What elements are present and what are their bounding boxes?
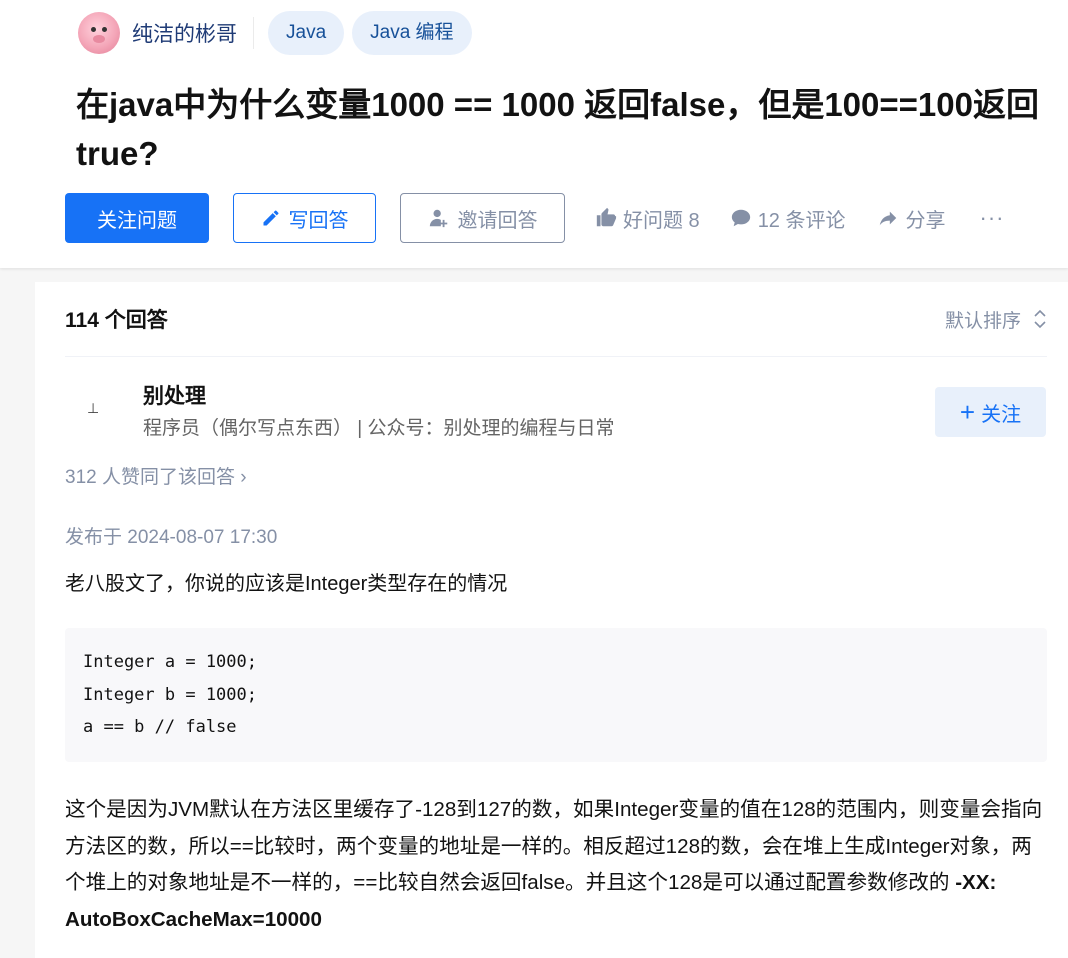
write-answer-button[interactable]: 写回答: [233, 193, 376, 243]
answers-count: 114 个回答: [65, 309, 168, 332]
question-author-name[interactable]: 纯洁的彬哥: [132, 18, 237, 48]
thumbs-up-icon: [595, 207, 617, 229]
explanation-text: 这个是因为JVM默认在方法区里缓存了-128到127的数，如果Integer变量…: [65, 798, 1043, 894]
question-actions: 关注问题 写回答 邀请回答 好问题 8 12 条评论 分享 ···: [65, 193, 1004, 243]
question-header: 纯洁的彬哥 Java Java 编程 在java中为什么变量1000 == 10…: [0, 0, 1068, 268]
share-label: 分享: [905, 209, 946, 232]
more-options-button[interactable]: ···: [980, 205, 1005, 231]
sort-dropdown[interactable]: 默认排序: [945, 306, 1047, 333]
good-question-button[interactable]: 好问题 8: [595, 204, 700, 233]
published-time[interactable]: 发布于 2024-08-07 17:30: [65, 522, 277, 549]
vote-count-link[interactable]: 312 人赞同了该回答 ›: [65, 462, 247, 489]
avatar-nose: [93, 35, 105, 43]
answers-header: 114 个回答 默认排序: [65, 282, 1047, 357]
code-line: Integer a = 1000;: [83, 652, 257, 672]
plus-icon: +: [959, 397, 976, 427]
avatar-eye: [91, 27, 96, 32]
pencil-icon: [261, 208, 281, 228]
sort-label: 默认排序: [944, 310, 1021, 332]
answers-card: 114 个回答 默认排序 ⊥ 别处理 程序员（偶尔写点东西） | 公众号：别处理…: [35, 282, 1068, 958]
invite-user-icon: [428, 207, 450, 229]
share-arrow-icon: [876, 207, 900, 229]
follow-question-button[interactable]: 关注问题: [65, 193, 209, 243]
answer-intro: 老八股文了，你说的应该是Integer类型存在的情况: [65, 573, 508, 595]
divider: [253, 17, 254, 49]
topic-tag-java[interactable]: Java: [268, 11, 345, 55]
follow-author-label: 关注: [981, 403, 1022, 426]
write-answer-label: 写回答: [288, 209, 349, 232]
good-question-label: 好问题 8: [623, 209, 700, 232]
author-avatar[interactable]: [78, 12, 120, 54]
follow-author-button[interactable]: + 关注: [935, 387, 1046, 437]
answer-author-bio: 程序员（偶尔写点东西） | 公众号：别处理的编程与日常: [143, 418, 615, 439]
answer-author-name[interactable]: 别处理: [143, 380, 206, 410]
code-line: a == b // false: [83, 717, 237, 737]
comments-button[interactable]: 12 条评论: [730, 204, 846, 233]
sort-toggle-icon: [1033, 309, 1047, 329]
avatar-eye: [102, 27, 107, 32]
code-block: Integer a = 1000; Integer b = 1000; a ==…: [65, 628, 1047, 762]
question-title: 在java中为什么变量1000 == 1000 返回false，但是100==1…: [76, 86, 1039, 172]
code-line: Integer b = 1000;: [83, 684, 257, 705]
follow-question-label: 关注问题: [97, 209, 177, 232]
answer-author-avatar[interactable]: ⊥: [87, 400, 101, 416]
invite-answer-button[interactable]: 邀请回答: [400, 193, 565, 243]
comment-bubble-icon: [730, 207, 752, 229]
invite-answer-label: 邀请回答: [457, 209, 538, 232]
question-author-row: 纯洁的彬哥 Java Java 编程: [78, 11, 472, 55]
answer-explanation: 这个是因为JVM默认在方法区里缓存了-128到127的数，如果Integer变量…: [65, 792, 1050, 938]
comments-label: 12 条评论: [757, 209, 846, 232]
topic-tag-java-programming[interactable]: Java 编程: [352, 11, 472, 55]
share-button[interactable]: 分享: [876, 204, 946, 233]
